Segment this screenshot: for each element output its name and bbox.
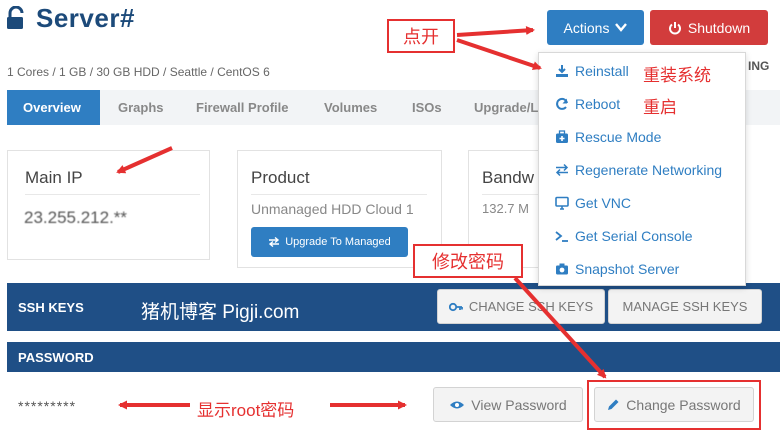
arrow-to-reinstall [456,38,542,71]
eye-icon [450,401,465,408]
menu-item-regenerate-networking[interactable]: Regenerate Networking [555,160,722,180]
menu-item-label: Rescue Mode [575,129,662,145]
download-icon [556,65,568,77]
actions-label: Actions [563,19,610,36]
power-icon [668,21,681,34]
view-password-button[interactable]: View Password [433,387,583,422]
annotation-reboot: 重启 [643,98,677,117]
highlight-change-password [587,380,761,430]
main-ip-title: Main IP [25,168,83,187]
password-bar [7,342,780,372]
server-specs: 1 Cores / 1 GB / 30 GB HDD / Seattle / C… [7,65,270,79]
tab-graphs[interactable]: Graphs [100,90,180,125]
exchange-icon [269,237,280,247]
main-ip-value: 23.255.212.** [24,208,128,227]
change-ssh-keys-label: CHANGE SSH KEYS [468,299,594,314]
server-title-row: Server# [6,3,135,33]
menu-item-label: Regenerate Networking [575,162,723,178]
actions-dropdown-menu: Reinstall Reboot Rescue Mode Regenerate … [538,52,746,286]
menu-item-label: Get VNC [575,195,632,211]
annotation-reinstall: 重装系统 [643,66,711,85]
upgrade-label: Upgrade To Managed [285,236,391,248]
tab-isos[interactable]: ISOs [396,90,458,125]
tab-firewall-profile[interactable]: Firewall Profile [180,90,308,125]
main-ip-card [7,150,210,260]
shutdown-button[interactable]: Shutdown [650,10,768,45]
bandwidth-value: 132.7 M [482,201,529,216]
chevron-down-icon [615,23,628,32]
shutdown-label: Shutdown [687,19,751,36]
divider [25,194,200,195]
annotation-change-password: 修改密码 [432,252,504,272]
menu-item-reboot[interactable]: Reboot [555,94,620,114]
monitor-icon [555,196,569,210]
tab-overview[interactable]: Overview [7,90,100,125]
masked-password: ********* [18,398,77,414]
unlock-icon [7,6,24,29]
menu-item-rescue-mode[interactable]: Rescue Mode [555,127,661,147]
bandwidth-title: Bandw [482,168,534,187]
change-ssh-keys-button[interactable]: CHANGE SSH KEYS [437,289,605,324]
page-title: Server# [36,2,135,33]
annotation-open-box: 点开 [387,19,455,53]
arrow-to-actions [456,25,535,37]
tab-volumes[interactable]: Volumes [308,90,396,125]
menu-item-label: Reinstall [575,63,629,79]
camera-icon [556,263,568,275]
view-password-label: View Password [471,396,567,413]
menu-item-get-vnc[interactable]: Get VNC [555,193,631,213]
ssh-keys-label: SSH KEYS [18,300,84,315]
menu-item-label: Get Serial Console [575,228,693,244]
menu-item-label: Reboot [575,96,621,112]
actions-button[interactable]: Actions [547,10,644,45]
refresh-icon [556,97,568,110]
menu-item-get-serial-console[interactable]: Get Serial Console [555,226,693,246]
terminal-icon [555,231,568,242]
menu-item-label: Snapshot Server [575,261,680,277]
manage-ssh-keys-label: MANAGE SSH KEYS [622,299,748,314]
annotation-change-password-box: 修改密码 [413,244,523,278]
divider [251,194,427,195]
menu-item-snapshot-server[interactable]: Snapshot Server [555,259,679,279]
annotation-show-root-password: 显示root密码 [197,401,295,420]
menu-item-reinstall[interactable]: Reinstall [555,61,629,81]
status-text: ING [748,59,770,73]
key-icon [448,302,463,311]
product-title: Product [251,168,310,187]
password-label: PASSWORD [18,350,94,365]
watermark-text: 猪机博客 Pigji.com [141,302,300,323]
upgrade-to-managed-button[interactable]: Upgrade To Managed [251,227,408,257]
annotation-open: 点开 [403,27,439,47]
manage-ssh-keys-button[interactable]: MANAGE SSH KEYS [608,289,762,324]
exchange-icon [555,163,569,177]
divider [482,194,542,195]
medkit-icon [556,130,568,143]
product-value: Unmanaged HDD Cloud 1 [251,201,414,217]
